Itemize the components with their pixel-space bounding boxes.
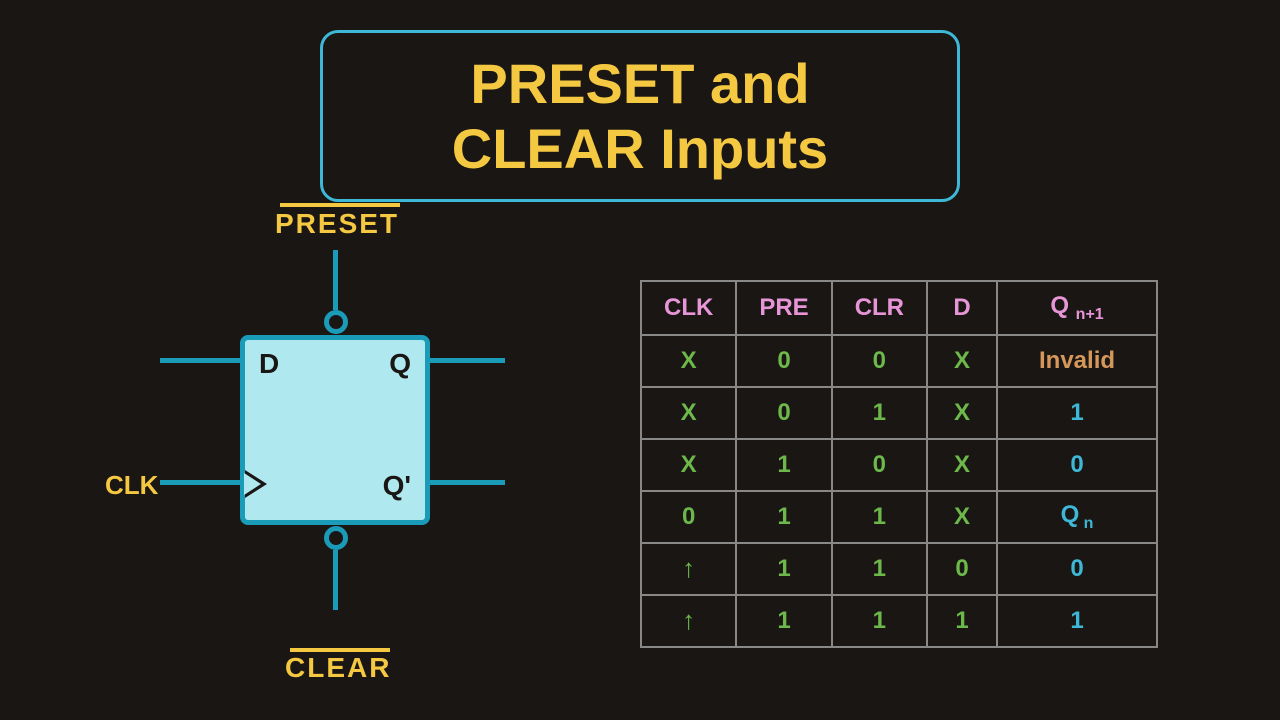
cell-q: 1	[997, 387, 1157, 439]
cell-clr: 0	[832, 439, 927, 491]
wire-clear	[333, 550, 338, 610]
cell-clr: 1	[832, 387, 927, 439]
title-box: PRESET and CLEAR Inputs	[320, 30, 960, 202]
clk-label: CLK	[105, 470, 158, 501]
th-pre: PRE	[736, 281, 831, 335]
cell-q: Invalid	[997, 335, 1157, 387]
arrow-up-icon: ↑	[682, 605, 695, 636]
cell-clk: ↑	[641, 543, 736, 595]
th-clr: CLR	[832, 281, 927, 335]
table-row: 011XQ n	[641, 491, 1157, 543]
qbar-pin-label: Q'	[383, 470, 411, 502]
cell-pre: 1	[736, 491, 831, 543]
th-d: D	[927, 281, 997, 335]
cell-d: 0	[927, 543, 997, 595]
wire-qbar	[430, 480, 505, 485]
cell-d: X	[927, 387, 997, 439]
bubble-preset	[324, 310, 348, 334]
cell-clr: 1	[832, 595, 927, 647]
cell-clk: ↑	[641, 595, 736, 647]
cell-pre: 1	[736, 543, 831, 595]
cell-q: 0	[997, 439, 1157, 491]
cell-clr: 0	[832, 335, 927, 387]
cell-pre: 1	[736, 595, 831, 647]
table-row: X10X0	[641, 439, 1157, 491]
table-row: X01X1	[641, 387, 1157, 439]
cell-pre: 0	[736, 335, 831, 387]
cell-q: 0	[997, 543, 1157, 595]
wire-q	[430, 358, 505, 363]
th-q-main: Q	[1050, 292, 1069, 319]
cell-clk: X	[641, 335, 736, 387]
arrow-up-icon: ↑	[682, 553, 695, 584]
table-row: ↑1100	[641, 543, 1157, 595]
cell-clk: 0	[641, 491, 736, 543]
th-q: Q n+1	[997, 281, 1157, 335]
cell-d: X	[927, 335, 997, 387]
table-header-row: CLK PRE CLR D Q n+1	[641, 281, 1157, 335]
wire-preset	[333, 250, 338, 310]
th-clk: CLK	[641, 281, 736, 335]
preset-overline	[280, 203, 400, 207]
preset-label: PRESET	[275, 208, 399, 240]
table-body: X00XInvalidX01X1X10X0011XQ n↑1100↑1111	[641, 335, 1157, 647]
cell-q: 1	[997, 595, 1157, 647]
cell-d: 1	[927, 595, 997, 647]
page-title: PRESET and CLEAR Inputs	[383, 51, 897, 181]
d-pin-label: D	[259, 348, 279, 380]
cell-q-sub: n	[1079, 515, 1093, 532]
truth-table: CLK PRE CLR D Q n+1 X00XInvalidX01X1X10X…	[640, 280, 1158, 648]
clock-triangle-inner	[244, 473, 261, 495]
cell-pre: 0	[736, 387, 831, 439]
table-row: ↑1111	[641, 595, 1157, 647]
wire-clk	[160, 480, 240, 485]
cell-clk: X	[641, 387, 736, 439]
wire-d	[160, 358, 240, 363]
flipflop-diagram: PRESET CLEAR CLK D Q Q'	[90, 190, 490, 710]
clear-label: CLEAR	[285, 652, 391, 684]
q-pin-label: Q	[389, 348, 411, 380]
cell-clk: X	[641, 439, 736, 491]
cell-pre: 1	[736, 439, 831, 491]
cell-d: X	[927, 439, 997, 491]
flipflop-body: D Q Q'	[240, 335, 430, 525]
th-q-sub: n+1	[1076, 306, 1104, 323]
cell-d: X	[927, 491, 997, 543]
cell-clr: 1	[832, 543, 927, 595]
bubble-clear	[324, 526, 348, 550]
cell-clr: 1	[832, 491, 927, 543]
table-row: X00XInvalid	[641, 335, 1157, 387]
cell-q: Q n	[997, 491, 1157, 543]
